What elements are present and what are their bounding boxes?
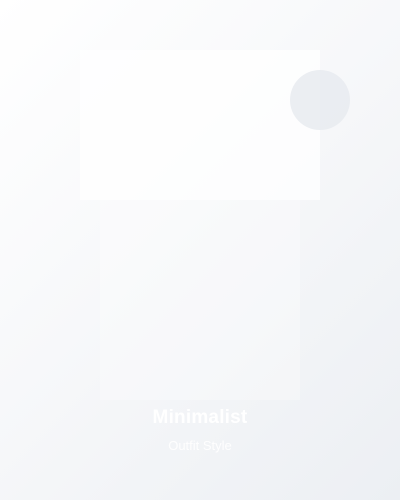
outfit-style-card: Minimalist Outfit Style [0,0,400,500]
bottom-light-panel [100,200,300,400]
top-light-panel [80,50,320,200]
circle-icon [290,70,350,130]
card-title: Minimalist [152,407,248,428]
card-subtitle: Outfit Style [168,438,232,453]
